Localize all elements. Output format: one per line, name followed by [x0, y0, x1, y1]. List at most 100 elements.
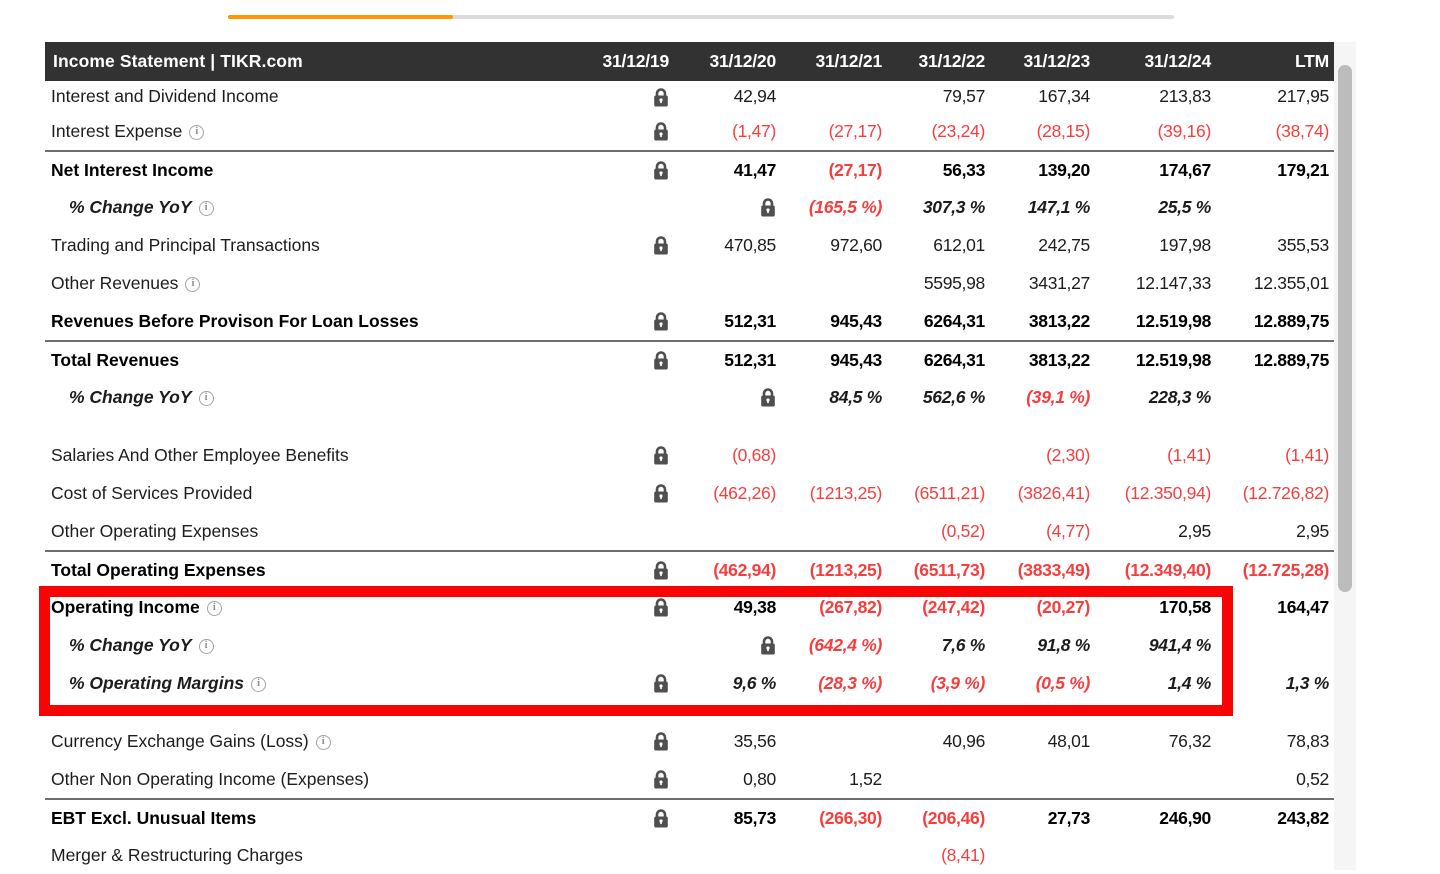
- value-cell[interactable]: (23,24): [882, 121, 985, 142]
- value-cell[interactable]: 307,3 %: [882, 197, 985, 218]
- row-label[interactable]: EBT Excl. Unusual Items: [45, 808, 569, 829]
- value-cell[interactable]: 217,95: [1211, 86, 1329, 107]
- value-cell[interactable]: (6511,73): [882, 560, 985, 581]
- row-label[interactable]: Merger & Restructuring Charges: [45, 845, 569, 866]
- row-label[interactable]: Other Non Operating Income (Expenses): [45, 769, 569, 790]
- value-cell[interactable]: 3813,22: [985, 311, 1090, 332]
- value-cell[interactable]: 147,1 %: [985, 197, 1090, 218]
- value-cell[interactable]: 79,57: [882, 86, 985, 107]
- info-icon[interactable]: i: [199, 201, 214, 216]
- value-cell[interactable]: 76,32: [1090, 731, 1211, 752]
- value-cell[interactable]: (12.349,40): [1090, 560, 1211, 581]
- value-cell[interactable]: 42,94: [669, 86, 776, 107]
- value-cell[interactable]: 0,52: [1211, 769, 1329, 790]
- value-cell[interactable]: [569, 235, 669, 256]
- value-cell[interactable]: 1,3 %: [1211, 673, 1329, 694]
- value-cell[interactable]: (6511,21): [882, 483, 985, 504]
- value-cell[interactable]: (20,27): [985, 597, 1090, 618]
- value-cell[interactable]: (266,30): [776, 808, 882, 829]
- value-cell[interactable]: [569, 160, 669, 181]
- row-label[interactable]: Interest Expensei: [45, 121, 569, 142]
- value-cell[interactable]: 1,52: [776, 769, 882, 790]
- value-cell[interactable]: 41,47: [669, 160, 776, 181]
- value-cell[interactable]: 85,73: [669, 808, 776, 829]
- value-cell[interactable]: (267,82): [776, 597, 882, 618]
- vertical-scroll-track[interactable]: [1334, 42, 1356, 870]
- row-label[interactable]: % Change YoYi: [45, 387, 569, 408]
- value-cell[interactable]: [569, 808, 669, 829]
- value-cell[interactable]: 0,80: [669, 769, 776, 790]
- value-cell[interactable]: [569, 673, 669, 694]
- info-icon[interactable]: i: [189, 125, 204, 140]
- value-cell[interactable]: 512,31: [669, 350, 776, 371]
- value-cell[interactable]: 612,01: [882, 235, 985, 256]
- row-label[interactable]: Total Operating Expenses: [45, 560, 569, 581]
- value-cell[interactable]: [569, 86, 669, 107]
- value-cell[interactable]: [569, 597, 669, 618]
- value-cell[interactable]: 167,34: [985, 86, 1090, 107]
- value-cell[interactable]: 197,98: [1090, 235, 1211, 256]
- value-cell[interactable]: (39,16): [1090, 121, 1211, 142]
- value-cell[interactable]: 3431,27: [985, 273, 1090, 294]
- value-cell[interactable]: 78,83: [1211, 731, 1329, 752]
- value-cell[interactable]: 945,43: [776, 350, 882, 371]
- value-cell[interactable]: (0,68): [669, 445, 776, 466]
- value-cell[interactable]: (247,42): [882, 597, 985, 618]
- value-cell[interactable]: 35,56: [669, 731, 776, 752]
- value-cell[interactable]: (39,1 %): [985, 387, 1090, 408]
- value-cell[interactable]: (1,41): [1090, 445, 1211, 466]
- value-cell[interactable]: (28,15): [985, 121, 1090, 142]
- value-cell[interactable]: [569, 121, 669, 142]
- row-label[interactable]: Net Interest Income: [45, 160, 569, 181]
- horizontal-scroll-track[interactable]: [228, 15, 1174, 19]
- value-cell[interactable]: 2,95: [1090, 521, 1211, 542]
- value-cell[interactable]: [569, 483, 669, 504]
- value-cell[interactable]: 228,3 %: [1090, 387, 1211, 408]
- value-cell[interactable]: 40,96: [882, 731, 985, 752]
- value-cell[interactable]: 243,82: [1211, 808, 1329, 829]
- value-cell[interactable]: 48,01: [985, 731, 1090, 752]
- value-cell[interactable]: (3826,41): [985, 483, 1090, 504]
- value-cell[interactable]: 174,67: [1090, 160, 1211, 181]
- info-icon[interactable]: i: [207, 601, 222, 616]
- value-cell[interactable]: (27,17): [776, 160, 882, 181]
- row-label[interactable]: Currency Exchange Gains (Loss)i: [45, 731, 569, 752]
- value-cell[interactable]: (1213,25): [776, 483, 882, 504]
- value-cell[interactable]: (462,26): [669, 483, 776, 504]
- value-cell[interactable]: (1213,25): [776, 560, 882, 581]
- value-cell[interactable]: 56,33: [882, 160, 985, 181]
- value-cell[interactable]: (12.726,82): [1211, 483, 1329, 504]
- value-cell[interactable]: 2,95: [1211, 521, 1329, 542]
- value-cell[interactable]: 562,6 %: [882, 387, 985, 408]
- value-cell[interactable]: 6264,31: [882, 350, 985, 371]
- value-cell[interactable]: (1,41): [1211, 445, 1329, 466]
- row-label[interactable]: Salaries And Other Employee Benefits: [45, 445, 569, 466]
- value-cell[interactable]: 6264,31: [882, 311, 985, 332]
- value-cell[interactable]: (462,94): [669, 560, 776, 581]
- value-cell[interactable]: 213,83: [1090, 86, 1211, 107]
- row-label[interactable]: Trading and Principal Transactions: [45, 235, 569, 256]
- value-cell[interactable]: (3,9 %): [882, 673, 985, 694]
- value-cell[interactable]: 27,73: [985, 808, 1090, 829]
- info-icon[interactable]: i: [251, 677, 266, 692]
- value-cell[interactable]: [669, 635, 776, 656]
- info-icon[interactable]: i: [316, 735, 331, 750]
- value-cell[interactable]: 972,60: [776, 235, 882, 256]
- value-cell[interactable]: 242,75: [985, 235, 1090, 256]
- value-cell[interactable]: 91,8 %: [985, 635, 1090, 656]
- value-cell[interactable]: 139,20: [985, 160, 1090, 181]
- value-cell[interactable]: (3833,49): [985, 560, 1090, 581]
- value-cell[interactable]: 25,5 %: [1090, 197, 1211, 218]
- value-cell[interactable]: [569, 769, 669, 790]
- row-label[interactable]: Interest and Dividend Income: [45, 86, 569, 107]
- row-label[interactable]: Other Revenuesi: [45, 273, 569, 294]
- value-cell[interactable]: (27,17): [776, 121, 882, 142]
- value-cell[interactable]: (0,52): [882, 521, 985, 542]
- value-cell[interactable]: 512,31: [669, 311, 776, 332]
- info-icon[interactable]: i: [199, 391, 214, 406]
- vertical-scroll-thumb[interactable]: [1338, 65, 1352, 592]
- value-cell[interactable]: (0,5 %): [985, 673, 1090, 694]
- value-cell[interactable]: 12.889,75: [1211, 311, 1329, 332]
- value-cell[interactable]: 164,47: [1211, 597, 1329, 618]
- value-cell[interactable]: (2,30): [985, 445, 1090, 466]
